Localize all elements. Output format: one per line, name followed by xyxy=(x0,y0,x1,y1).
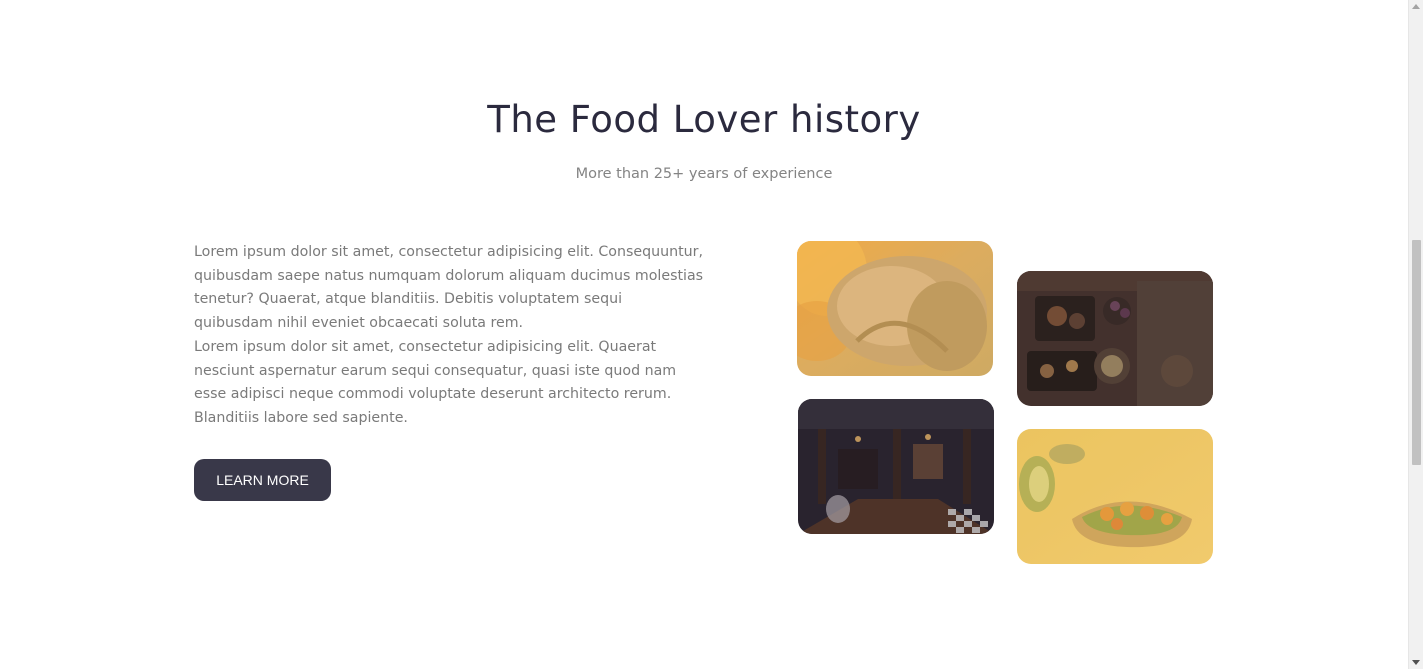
dinner-table-image xyxy=(1017,271,1213,406)
scrollbar-thumb[interactable] xyxy=(1412,240,1421,465)
roast-meat-image xyxy=(797,241,993,376)
restaurant-interior-image xyxy=(798,399,994,534)
section-title: The Food Lover history xyxy=(487,98,921,141)
page-scrollbar[interactable] xyxy=(1408,0,1423,669)
section-subtitle: More than 25+ years of experience xyxy=(575,166,833,182)
scroll-down-arrow-icon[interactable] xyxy=(1412,660,1420,665)
history-description: Lorem ipsum dolor sit amet, consectetur … xyxy=(194,241,704,431)
paragraph-2: Lorem ipsum dolor sit amet, consectetur … xyxy=(194,338,677,426)
page: The Food Lover history More than 25+ yea… xyxy=(0,0,1423,669)
avocado-toast-image xyxy=(1017,429,1213,564)
scroll-up-arrow-icon[interactable] xyxy=(1412,4,1420,9)
paragraph-1: Lorem ipsum dolor sit amet, consectetur … xyxy=(194,244,704,332)
learn-more-button[interactable]: LEARN MORE xyxy=(194,459,331,501)
